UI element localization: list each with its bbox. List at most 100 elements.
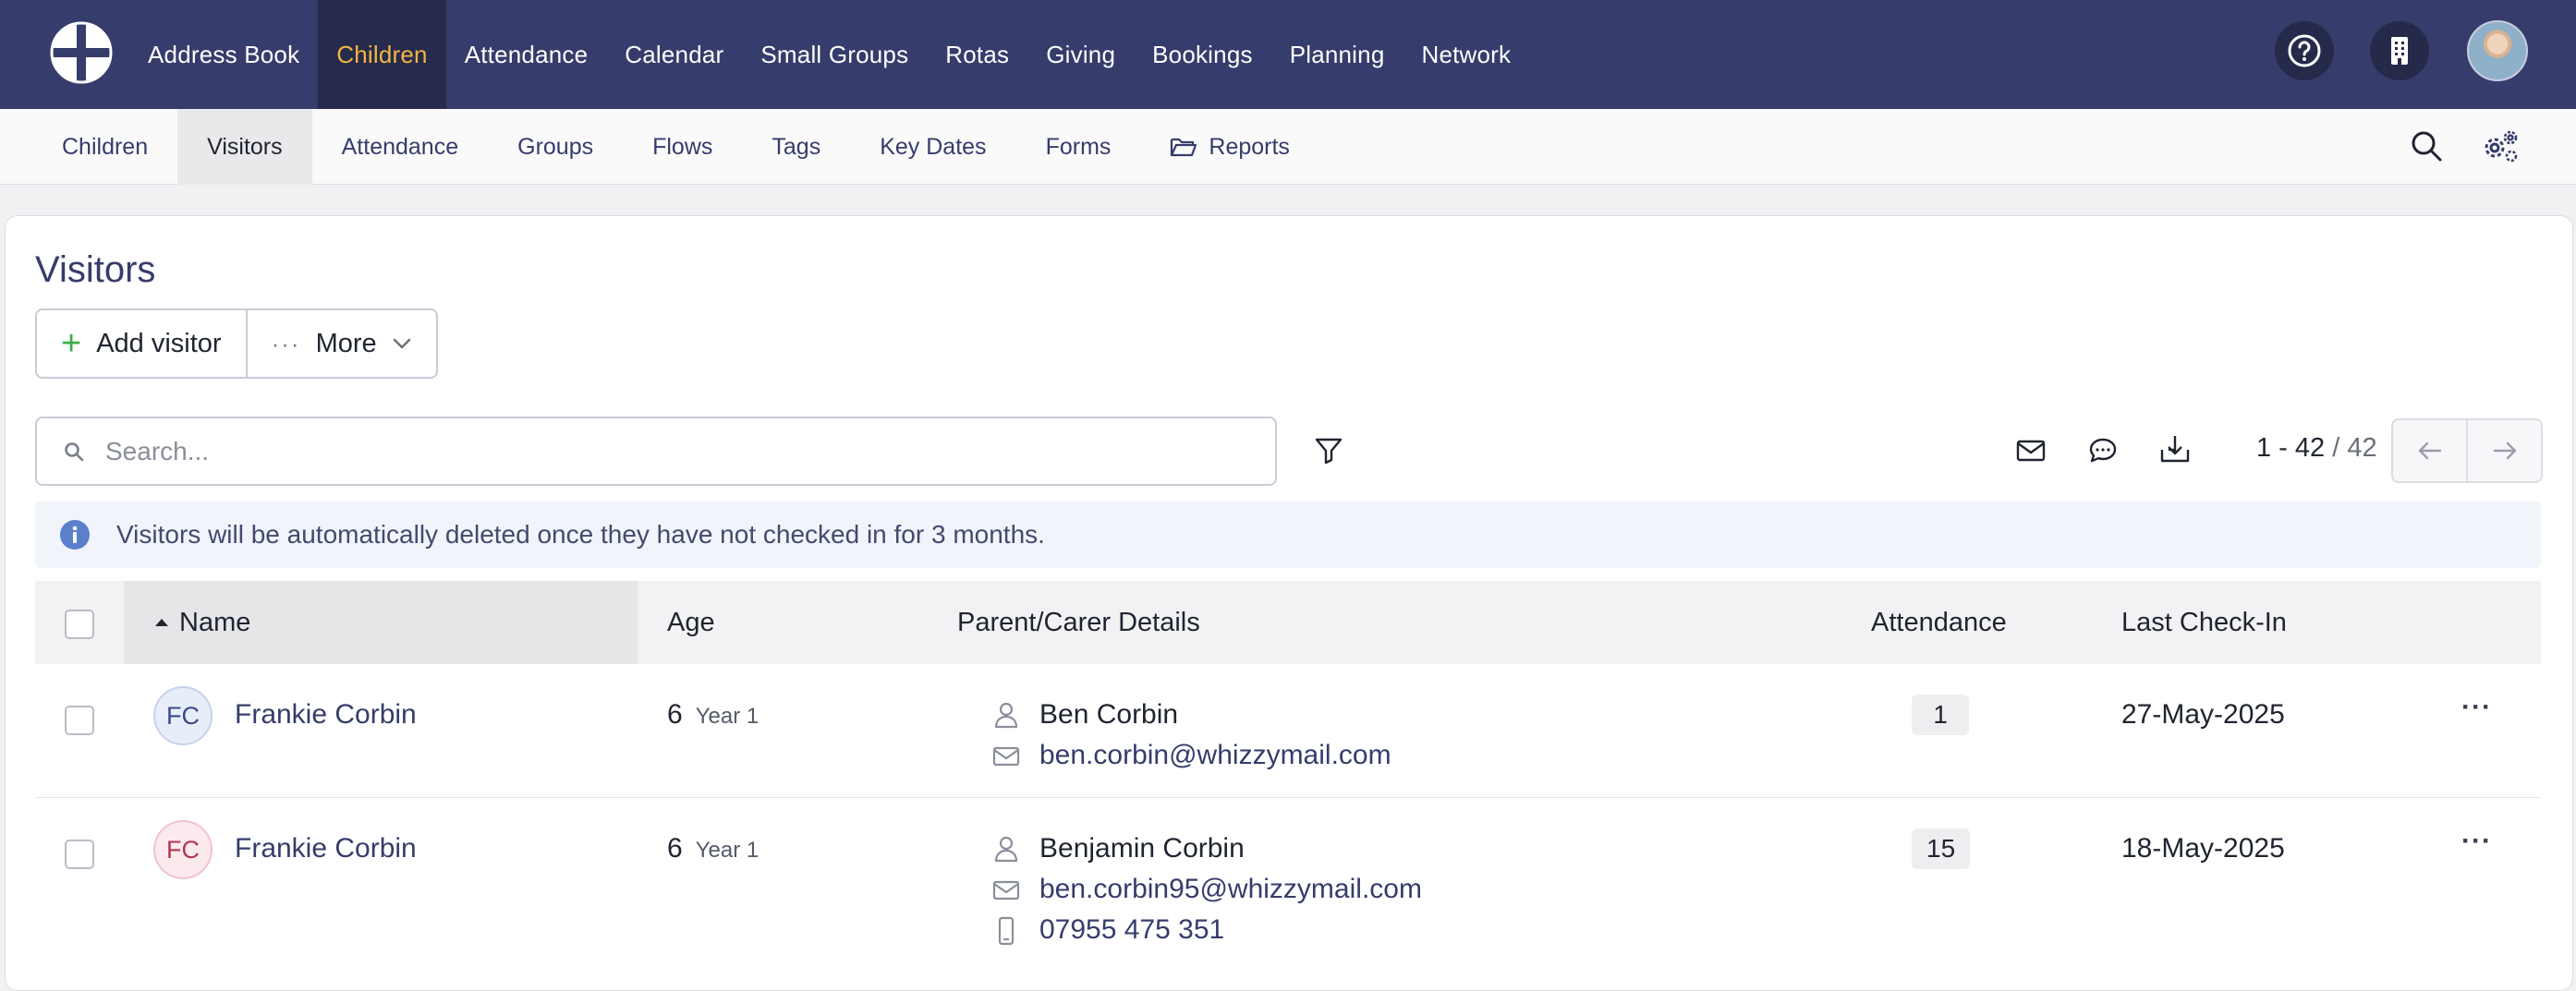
nav-item-calendar[interactable]: Calendar	[606, 0, 742, 109]
column-header-last-check-in[interactable]: Last Check-In	[2121, 581, 2287, 664]
filter-button[interactable]	[1310, 432, 1347, 469]
tab-forms[interactable]: Forms	[1016, 109, 1141, 185]
download-button[interactable]	[2157, 430, 2193, 467]
row-actions-menu[interactable]: ···	[2461, 826, 2492, 857]
row-checkbox[interactable]	[65, 840, 94, 869]
column-header-age[interactable]: Age	[667, 581, 715, 664]
nav-item-address-book[interactable]: Address Book	[129, 0, 318, 109]
user-avatar[interactable]	[2467, 20, 2528, 81]
help-button[interactable]	[2275, 21, 2334, 80]
table-row[interactable]: FC Frankie Corbin 6 Year 1 Benjamin Corbi…	[35, 798, 2541, 973]
logo-icon[interactable]	[48, 19, 115, 86]
email-icon	[992, 880, 1020, 900]
chat-bubble-icon	[2089, 438, 2117, 463]
column-label: Last Check-In	[2121, 607, 2287, 637]
action-button-group: + Add visitor ··· More	[35, 308, 438, 379]
parent-email-link[interactable]: ben.corbin@whizzymail.com	[1039, 740, 1391, 771]
more-label: More	[315, 328, 377, 358]
plus-icon: +	[61, 324, 82, 363]
nav-item-giving[interactable]: Giving	[1027, 0, 1134, 109]
info-banner-text: Visitors will be automatically deleted o…	[116, 520, 1045, 549]
tab-children[interactable]: Children	[32, 109, 177, 185]
child-name-link[interactable]: Frankie Corbin	[235, 699, 417, 731]
tab-reports[interactable]: Reports	[1140, 109, 1319, 185]
next-page-button[interactable]	[2466, 420, 2541, 481]
sort-ascending-icon	[155, 619, 168, 626]
person-icon	[994, 836, 1018, 863]
tab-label: Visitors	[207, 133, 283, 160]
nav-item-rotas[interactable]: Rotas	[927, 0, 1027, 109]
pagination-range: 1 - 42	[2256, 433, 2326, 463]
table-row[interactable]: FC Frankie Corbin 6 Year 1 Ben Corbin ben…	[35, 664, 2541, 798]
info-icon	[60, 520, 90, 550]
tab-label: Tags	[772, 133, 821, 160]
nav-item-network[interactable]: Network	[1403, 0, 1529, 109]
child-name-link[interactable]: Frankie Corbin	[235, 833, 417, 864]
column-header-parent-carer: Parent/Carer Details	[957, 581, 1200, 664]
select-all-checkbox[interactable]	[65, 610, 94, 639]
tab-label: Flows	[652, 133, 713, 160]
avatar: FC	[153, 686, 213, 745]
tab-groups[interactable]: Groups	[488, 109, 623, 185]
email-button[interactable]	[2012, 432, 2049, 469]
more-button[interactable]: ··· More	[245, 310, 436, 377]
column-label: Attendance	[1871, 607, 2007, 637]
add-visitor-label: Add visitor	[96, 328, 222, 358]
school-year: Year 1	[695, 838, 759, 863]
building-icon	[2391, 37, 2408, 65]
tab-label: Reports	[1209, 133, 1290, 160]
tab-tags[interactable]: Tags	[742, 109, 850, 185]
person-icon	[994, 702, 1018, 729]
table-header: Name Age Parent/Carer Details Attendance…	[35, 581, 2541, 664]
add-visitor-button[interactable]: + Add visitor	[37, 310, 246, 377]
search-field[interactable]	[35, 417, 1277, 486]
tab-flows[interactable]: Flows	[623, 109, 742, 185]
tab-label: Forms	[1045, 133, 1112, 160]
pagination-summary: 1 - 42 / 42	[2256, 433, 2377, 464]
help-icon	[2288, 34, 2321, 67]
age-value: 6	[667, 833, 683, 864]
nav-item-planning[interactable]: Planning	[1271, 0, 1403, 109]
tab-attendance[interactable]: Attendance	[312, 109, 489, 185]
row-checkbox[interactable]	[65, 706, 94, 735]
last-check-in: 18-May-2025	[2121, 833, 2285, 864]
settings-gears-icon[interactable]	[2480, 127, 2518, 164]
nav-item-small-groups[interactable]: Small Groups	[742, 0, 927, 109]
column-label: Name	[179, 607, 251, 637]
search-input[interactable]	[105, 436, 1275, 466]
column-header-attendance[interactable]: Attendance	[1871, 581, 2007, 664]
tab-visitors[interactable]: Visitors	[177, 109, 312, 185]
tab-key-dates[interactable]: Key Dates	[850, 109, 1015, 185]
search-icon	[65, 441, 84, 461]
sub-navigation: Children Visitors Attendance Groups Flow…	[0, 109, 2576, 185]
ellipsis-icon: ···	[271, 329, 301, 357]
tab-label: Groups	[517, 133, 594, 160]
age-value: 6	[667, 699, 683, 730]
row-actions-menu[interactable]: ···	[2461, 692, 2492, 723]
tab-label: Attendance	[341, 133, 459, 160]
previous-page-button[interactable]	[2393, 420, 2466, 481]
message-button[interactable]	[2084, 432, 2121, 469]
arrow-right-icon	[2493, 441, 2516, 460]
pagination-controls	[2391, 418, 2543, 483]
parent-name: Benjamin Corbin	[1039, 833, 1245, 864]
email-icon	[992, 746, 1020, 767]
tab-label: Key Dates	[880, 133, 987, 160]
nav-item-children[interactable]: Children	[318, 0, 446, 109]
column-header-name[interactable]: Name	[153, 581, 250, 664]
column-label: Parent/Carer Details	[957, 607, 1200, 637]
attendance-count: 1	[1912, 695, 1969, 735]
organisation-button[interactable]	[2370, 21, 2429, 80]
parent-email-link[interactable]: ben.corbin95@whizzymail.com	[1039, 874, 1422, 905]
page-title: Visitors	[35, 249, 156, 290]
search-icon[interactable]	[2408, 127, 2445, 164]
attendance-count: 15	[1912, 828, 1971, 869]
parent-name: Ben Corbin	[1039, 699, 1179, 730]
parent-phone-link[interactable]: 07955 475 351	[1039, 914, 1224, 946]
mobile-phone-icon	[998, 916, 1015, 946]
nav-item-bookings[interactable]: Bookings	[1134, 0, 1271, 109]
arrow-left-icon	[2418, 441, 2441, 460]
filter-icon	[1315, 438, 1343, 465]
nav-item-attendance[interactable]: Attendance	[446, 0, 607, 109]
tab-label: Children	[62, 133, 149, 160]
